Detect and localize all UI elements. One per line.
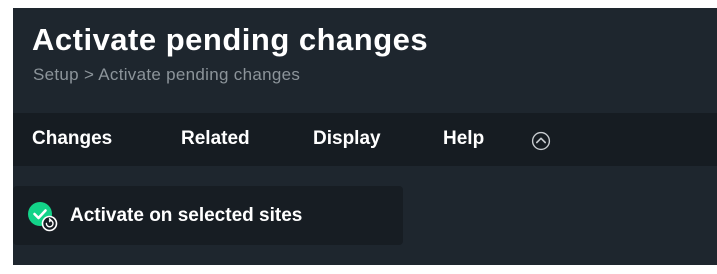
left-frame [0,0,13,274]
app-window: Activate pending changes Setup > Activat… [0,0,717,274]
menu-display[interactable]: Display [313,127,381,151]
activate-on-selected-sites-button[interactable]: Activate on selected sites [13,186,403,245]
check-circle-icon [26,200,62,236]
page-title: Activate pending changes [32,22,429,57]
reload-icon [41,215,58,232]
bottom-frame [0,265,717,274]
top-frame [0,0,717,8]
menu-related[interactable]: Related [181,127,250,151]
menubar: Changes Related Display Help [13,113,717,166]
activate-button-label: Activate on selected sites [70,205,303,226]
menu-help[interactable]: Help [443,127,484,151]
chevron-up-circle-icon[interactable] [531,131,551,151]
breadcrumb[interactable]: Setup > Activate pending changes [33,64,300,86]
menu-changes[interactable]: Changes [32,127,112,151]
